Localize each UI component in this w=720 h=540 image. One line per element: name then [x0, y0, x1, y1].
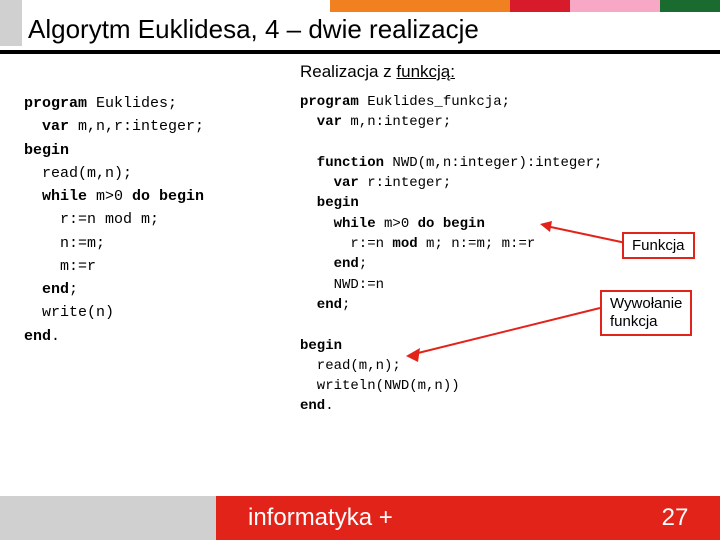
top-color-stripe	[330, 0, 720, 12]
stripe-pink	[570, 0, 660, 12]
code-text: NWD(m,n:integer):integer;	[384, 155, 602, 171]
code-text: read(m,n);	[24, 165, 132, 182]
code-text: Euklides_funkcja;	[359, 94, 510, 110]
slide-title: Algorytm Euklidesa, 4 – dwie realizacje	[28, 14, 479, 45]
footer-left-band	[0, 496, 216, 540]
kw-while: while	[300, 216, 376, 232]
code-text: .	[51, 328, 60, 345]
code-text: m,n:integer;	[342, 114, 451, 130]
title-left-band	[0, 0, 22, 46]
code-text: m,n,r:integer;	[69, 118, 204, 135]
kw-do-begin: do begin	[132, 188, 204, 205]
footer-page-number: 27	[630, 496, 720, 540]
kw-program: program	[24, 95, 87, 112]
code-text: NWD:=n	[300, 277, 384, 293]
arrow-to-wywolanie	[404, 304, 604, 362]
code-text: .	[325, 398, 333, 414]
title-underline	[0, 50, 720, 54]
kw-end: end	[300, 297, 342, 313]
subheader-underlined: funkcją:	[396, 62, 455, 81]
kw-var: var	[300, 114, 342, 130]
kw-end: end	[24, 328, 51, 345]
kw-program: program	[300, 94, 359, 110]
kw-do-begin: do begin	[418, 216, 485, 232]
code-text: Euklides;	[87, 95, 177, 112]
code-text: writeln(NWD(m,n))	[300, 378, 460, 394]
callout-wywolanie-l2: funkcja	[610, 313, 658, 330]
stripe-green	[660, 0, 720, 12]
kw-begin: begin	[24, 142, 69, 159]
code-text: write(n)	[24, 304, 114, 321]
code-text: r:=n mod m;	[24, 211, 159, 228]
code-text: ;	[342, 297, 350, 313]
kw-var: var	[300, 175, 359, 191]
kw-function: function	[300, 155, 384, 171]
code-text: n:=m;	[24, 235, 105, 252]
callout-funkcja-label: Funkcja	[632, 237, 685, 254]
callout-funkcja: Funkcja	[622, 232, 695, 259]
footer-brand: informatyka +	[216, 496, 630, 540]
code-text: r:integer;	[359, 175, 451, 191]
code-text: ;	[359, 256, 367, 272]
code-text: m>0	[376, 216, 418, 232]
kw-end: end	[300, 256, 359, 272]
kw-begin: begin	[300, 195, 359, 211]
code-text: r:=n	[300, 236, 392, 252]
subheader-text: Realizacja z	[300, 62, 392, 81]
code-text: m; n:=m; m:=r	[418, 236, 536, 252]
kw-mod: mod	[392, 236, 417, 252]
code-text: m>0	[87, 188, 132, 205]
code-block-left: program Euklides; var m,n,r:integer; beg…	[24, 92, 274, 348]
subheader: Realizacja z funkcją:	[300, 62, 455, 82]
kw-end: end	[24, 281, 69, 298]
code-blank	[300, 317, 308, 333]
code-text: m:=r	[24, 258, 96, 275]
arrow-to-funkcja	[540, 218, 630, 248]
callout-wywolanie: Wywołanie funkcja	[600, 290, 692, 336]
code-text: read(m,n);	[300, 358, 401, 374]
callout-wywolanie-l1: Wywołanie	[610, 295, 682, 312]
kw-while: while	[24, 188, 87, 205]
code-blank	[300, 135, 308, 151]
kw-begin: begin	[300, 338, 342, 354]
kw-var: var	[24, 118, 69, 135]
kw-end: end	[300, 398, 325, 414]
code-text: ;	[69, 281, 78, 298]
stripe-orange	[330, 0, 510, 12]
stripe-red	[510, 0, 570, 12]
slide-footer: informatyka + 27	[0, 496, 720, 540]
